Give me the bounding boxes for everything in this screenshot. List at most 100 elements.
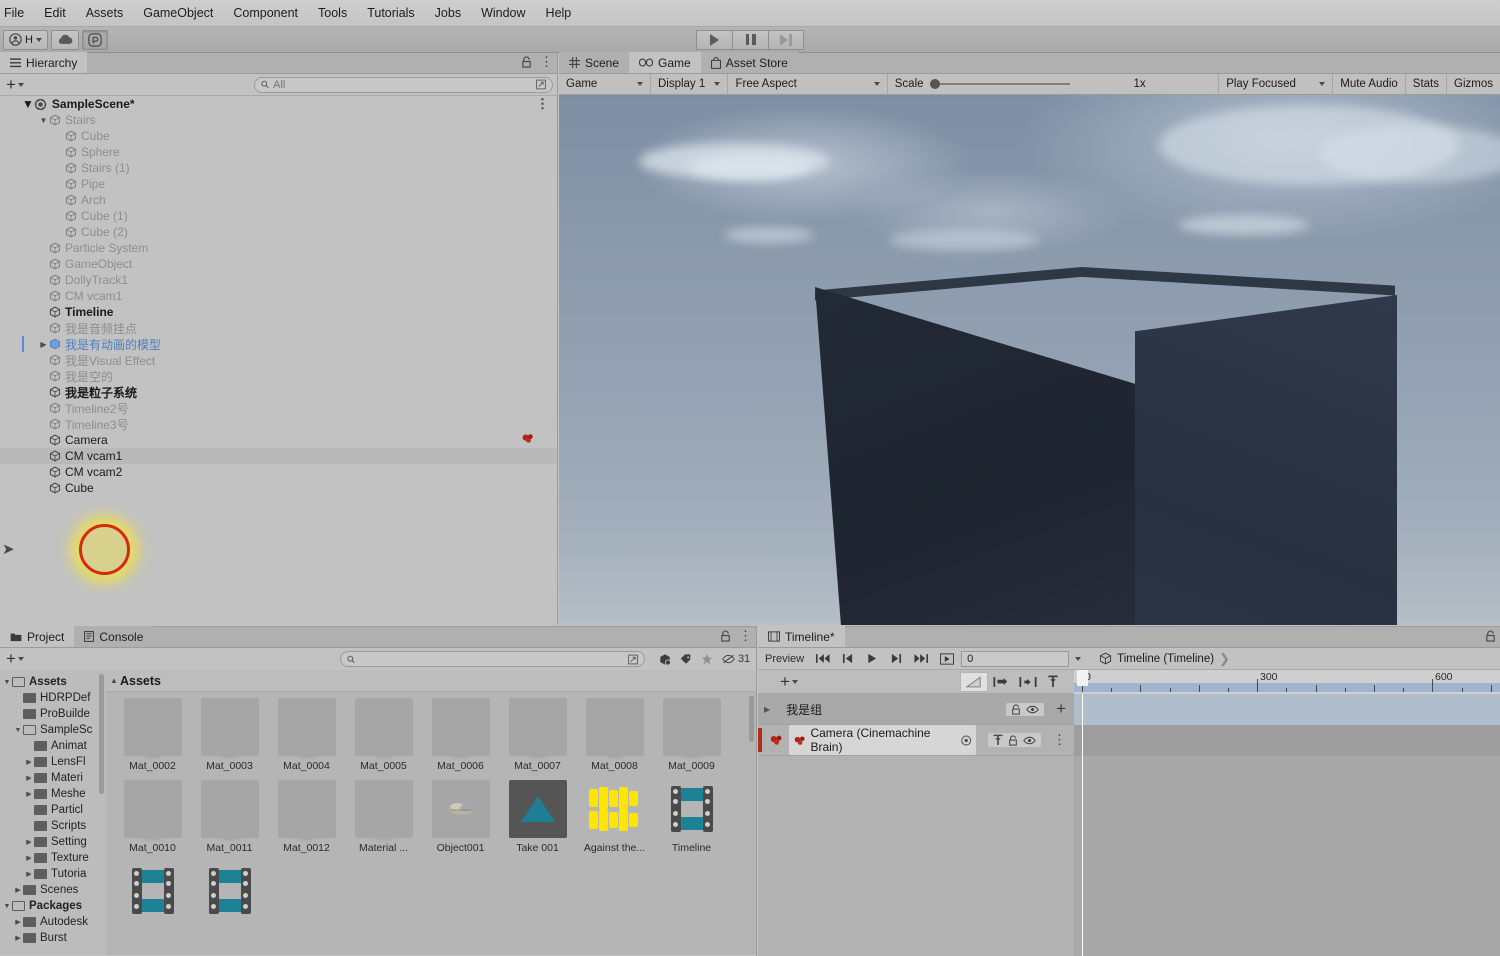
chevron-right-icon[interactable]: ▶ bbox=[24, 774, 34, 782]
display-target-dropdown[interactable]: Display 1 bbox=[651, 73, 729, 95]
asset-item[interactable]: Material ... bbox=[345, 780, 422, 854]
chevron-right-icon[interactable]: ▶ bbox=[24, 790, 34, 798]
cloud-button[interactable] bbox=[50, 29, 79, 50]
timeline-clip-area[interactable] bbox=[1074, 694, 1500, 956]
hierarchy-item[interactable]: ▶ 我是有动画的模型 bbox=[0, 336, 557, 352]
hierarchy-search-input[interactable] bbox=[273, 78, 532, 91]
lock-icon[interactable] bbox=[720, 630, 731, 642]
asset-item[interactable]: Mat_0010 bbox=[114, 780, 191, 854]
project-tree-item[interactable]: ▼ Packages bbox=[0, 898, 106, 914]
timeline-ruler[interactable]: 0300600 bbox=[1074, 669, 1500, 694]
tab-timeline[interactable]: Timeline* bbox=[758, 626, 845, 647]
asset-thumbnail[interactable] bbox=[663, 780, 721, 838]
aspect-ratio-dropdown[interactable]: Free Aspect bbox=[728, 73, 888, 95]
search-expand-icon[interactable] bbox=[536, 79, 546, 90]
asset-item[interactable]: Mat_0004 bbox=[268, 698, 345, 772]
chevron-right-icon[interactable]: ▶ bbox=[24, 758, 34, 766]
timeline-track-header[interactable]: Camera (Cinemachine Brain) ⋮ bbox=[758, 725, 1074, 756]
asset-thumbnail[interactable] bbox=[586, 780, 644, 838]
project-tree-item[interactable]: Animat bbox=[0, 738, 106, 754]
project-tree-item[interactable]: Scripts bbox=[0, 818, 106, 834]
track-toggles[interactable] bbox=[988, 733, 1041, 747]
timeline-track-binding[interactable]: Camera (Cinemachine Brain) bbox=[789, 725, 976, 755]
scale-slider[interactable] bbox=[929, 79, 1070, 89]
hierarchy-add-button[interactable]: + bbox=[4, 76, 26, 93]
asset-thumbnail[interactable] bbox=[124, 862, 182, 920]
chevron-down-icon[interactable]: ▼ bbox=[22, 97, 34, 111]
tab-project[interactable]: Project bbox=[0, 626, 75, 647]
menu-item-file[interactable]: File bbox=[0, 0, 34, 27]
asset-item[interactable]: Mat_0008 bbox=[576, 698, 653, 772]
project-tree-item[interactable]: ▼ SampleSc bbox=[0, 722, 106, 738]
timeline-play-button[interactable] bbox=[861, 649, 883, 668]
project-tree-item[interactable]: ▶ Tutoria bbox=[0, 866, 106, 882]
project-tree-item[interactable]: ▶ Scenes bbox=[0, 882, 106, 898]
hierarchy-item[interactable]: Cube (1) bbox=[0, 208, 557, 224]
timeline-add-track-button[interactable]: + bbox=[758, 673, 808, 690]
tab-scene[interactable]: Scene bbox=[559, 52, 630, 73]
chevron-right-icon[interactable]: ▶ bbox=[24, 870, 34, 878]
mix-mode-button[interactable] bbox=[960, 671, 988, 692]
asset-item[interactable]: Mat_0005 bbox=[345, 698, 422, 772]
asset-thumbnail[interactable] bbox=[508, 780, 567, 838]
asset-thumbnail[interactable] bbox=[200, 780, 259, 838]
chevron-right-icon[interactable]: ▶ bbox=[13, 934, 23, 942]
prev-keyframe-button[interactable] bbox=[837, 649, 859, 668]
chevron-down-icon[interactable]: ▼ bbox=[13, 727, 23, 734]
pause-button[interactable] bbox=[732, 29, 768, 50]
timeline-playhead-handle[interactable] bbox=[1077, 669, 1088, 686]
timeline-frame-field[interactable]: 0 bbox=[961, 650, 1070, 667]
asset-item[interactable]: Timeline bbox=[653, 780, 730, 854]
asset-thumbnail[interactable] bbox=[662, 698, 721, 756]
track-toggles[interactable] bbox=[1006, 702, 1045, 716]
project-tree-item[interactable]: ▶ Meshe bbox=[0, 786, 106, 802]
kebab-icon[interactable]: ⋮ bbox=[540, 55, 553, 68]
asset-item[interactable] bbox=[114, 862, 191, 924]
asset-thumbnail[interactable] bbox=[431, 698, 490, 756]
gizmos-button[interactable]: Gizmos bbox=[1447, 74, 1500, 95]
hierarchy-item[interactable]: CM vcam1 bbox=[0, 288, 557, 304]
lock-selection-button[interactable] bbox=[1014, 672, 1042, 691]
chevron-right-icon[interactable]: ▶ bbox=[13, 886, 23, 894]
timeline-track-header[interactable]: ▶ 我是组 + bbox=[758, 694, 1074, 725]
menu-item-assets[interactable]: Assets bbox=[76, 0, 134, 27]
target-select-icon[interactable] bbox=[960, 735, 971, 746]
asset-item[interactable]: Object001 bbox=[422, 780, 499, 854]
timeline-preview-button[interactable]: Preview bbox=[760, 649, 809, 668]
search-by-type-icon[interactable] bbox=[659, 653, 671, 666]
project-tree-item[interactable]: Particl bbox=[0, 802, 106, 818]
pin-icon[interactable] bbox=[993, 734, 1003, 746]
menu-item-edit[interactable]: Edit bbox=[34, 0, 76, 27]
asset-thumbnail[interactable] bbox=[277, 698, 336, 756]
project-tree-item[interactable]: ▼ Assets bbox=[0, 674, 106, 690]
asset-item[interactable] bbox=[191, 862, 268, 924]
chevron-right-icon[interactable]: ▶ bbox=[764, 705, 770, 714]
project-tree-item[interactable]: HDRPDef bbox=[0, 690, 106, 706]
menu-item-tools[interactable]: Tools bbox=[308, 0, 357, 27]
lock-icon[interactable] bbox=[521, 56, 532, 68]
asset-thumbnail[interactable] bbox=[123, 780, 182, 838]
hierarchy-item[interactable]: Timeline bbox=[0, 304, 557, 320]
mute-audio-button[interactable]: Mute Audio bbox=[1333, 73, 1406, 95]
collab-button[interactable] bbox=[81, 29, 108, 50]
asset-item[interactable]: Mat_0011 bbox=[191, 780, 268, 854]
plus-icon[interactable]: + bbox=[1056, 700, 1066, 717]
lock-icon[interactable] bbox=[1485, 630, 1496, 642]
tab-hierarchy[interactable]: Hierarchy bbox=[0, 52, 88, 73]
chevron-down-icon[interactable]: ▼ bbox=[2, 679, 12, 686]
menu-item-gameobject[interactable]: GameObject bbox=[133, 0, 223, 27]
menu-item-tutorials[interactable]: Tutorials bbox=[357, 0, 424, 27]
hierarchy-item[interactable]: 我是粒子系统 bbox=[0, 384, 557, 400]
step-button[interactable] bbox=[768, 29, 804, 50]
asset-item[interactable]: Mat_0012 bbox=[268, 780, 345, 854]
game-view-mode-dropdown[interactable]: Game bbox=[559, 73, 651, 95]
scale-slider-knob[interactable] bbox=[929, 79, 940, 89]
asset-grid-scrollbar[interactable] bbox=[749, 696, 754, 742]
asset-item[interactable]: Mat_0003 bbox=[191, 698, 268, 772]
menu-item-jobs[interactable]: Jobs bbox=[425, 0, 471, 27]
kebab-icon[interactable]: ⋮ bbox=[739, 629, 752, 642]
hierarchy-item[interactable]: Pipe bbox=[0, 176, 557, 192]
chevron-up-icon[interactable]: ▲ bbox=[110, 676, 118, 685]
asset-item[interactable]: Mat_0002 bbox=[114, 698, 191, 772]
tab-game[interactable]: Game bbox=[629, 52, 701, 73]
